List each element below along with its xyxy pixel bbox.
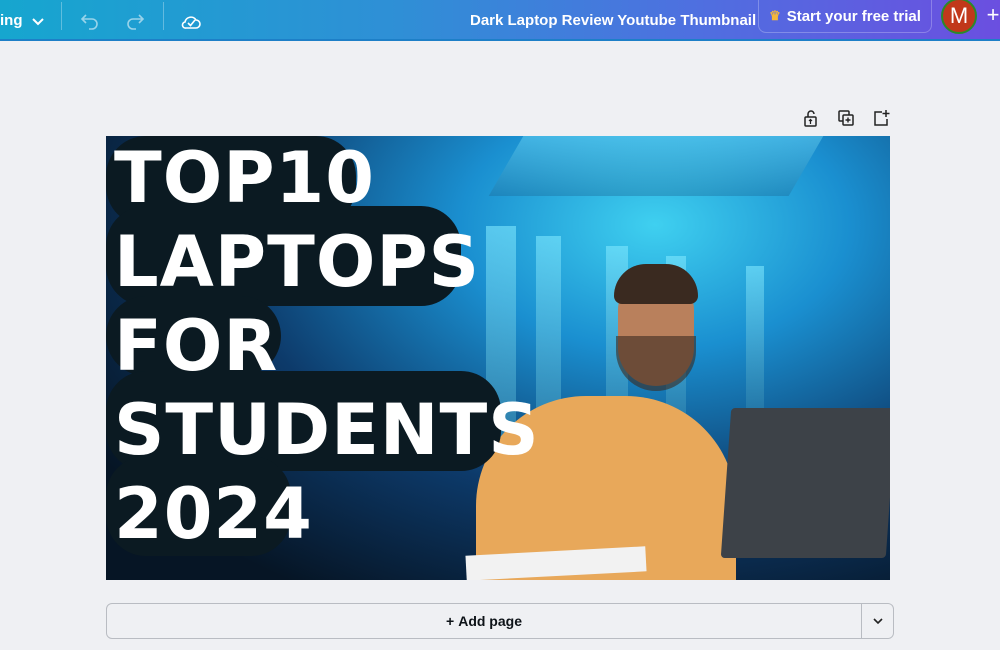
chevron-down-icon (31, 17, 44, 25)
design-canvas[interactable]: TOP10 LAPTOPS FOR STUDENTS 2024 (106, 136, 890, 580)
add-page-label: Add page (458, 613, 522, 629)
title-line-3[interactable]: FOR (114, 304, 278, 388)
undo-button[interactable] (80, 0, 100, 41)
duplicate-page-icon[interactable] (836, 108, 856, 128)
crown-icon: ♛ (769, 8, 781, 23)
add-page-bar: + Add page (106, 603, 894, 639)
cloud-check-icon (181, 15, 201, 29)
save-status-button[interactable] (180, 0, 202, 41)
add-page-button[interactable]: + Add page (107, 604, 861, 638)
menu-label: ing (0, 12, 23, 29)
menu-dropdown[interactable]: ing (0, 0, 45, 41)
chevron-down-icon (872, 618, 883, 625)
redo-button[interactable] (125, 0, 145, 41)
avatar[interactable]: M (941, 0, 977, 34)
title-line-4[interactable]: STUDENTS (114, 388, 540, 472)
title-line-5[interactable]: 2024 (114, 472, 313, 556)
add-collaborator-button[interactable]: + (978, 0, 1000, 30)
top-bar: ing Dark Laptop Review Youtube Thumbnail… (0, 0, 1000, 41)
trial-label: Start your free trial (786, 7, 921, 25)
undo-icon (80, 13, 98, 30)
lock-icon[interactable] (801, 108, 821, 128)
add-page-icon[interactable] (871, 108, 891, 128)
title-line-1[interactable]: TOP10 (114, 136, 375, 220)
start-trial-button[interactable]: ♛ Start your free trial (758, 0, 932, 33)
plus-icon: + (446, 613, 455, 629)
redo-icon (127, 13, 145, 30)
title-line-2[interactable]: LAPTOPS (114, 220, 480, 304)
add-page-options-button[interactable] (861, 604, 893, 638)
document-title[interactable]: Dark Laptop Review Youtube Thumbnail (470, 0, 756, 41)
